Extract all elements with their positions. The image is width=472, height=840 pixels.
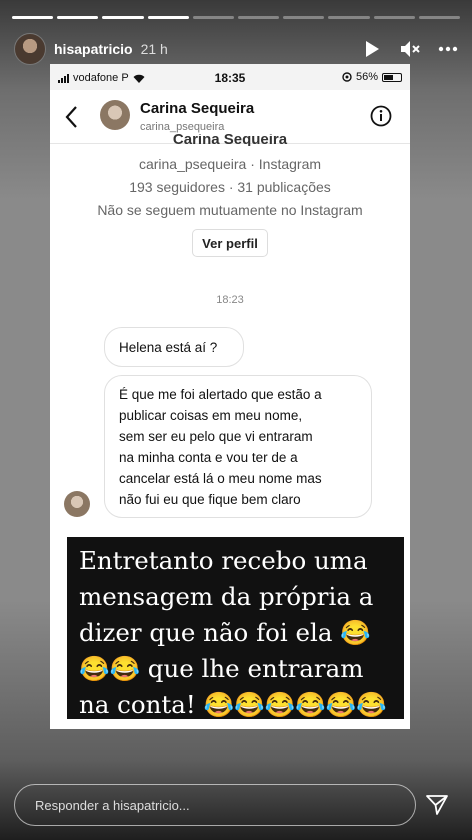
info-icon[interactable] [370,105,392,127]
story-header: hisapatricio 21 h [14,32,458,66]
view-profile-button[interactable]: Ver perfil [192,229,268,257]
profile-follow-line: Não se seguem mutuamente no Instagram [97,202,363,218]
story-progress [12,16,461,19]
message-timestamp: 18:23 [216,294,244,306]
battery-icon [382,72,402,82]
contact-handle: carina_psequeira [140,121,225,133]
story-time-ago: 21 h [140,41,168,57]
profile-handle-line: carina_psequeira · Instagram [138,156,322,172]
play-icon[interactable] [362,39,382,59]
profile-stats-line: 193 seguidores · 31 publicações [129,179,331,195]
story-username[interactable]: hisapatricio [54,41,133,57]
story-caption: Entretanto recebo uma mensagem da própri… [67,537,404,719]
contact-avatar[interactable] [100,100,130,130]
battery-percent: 56% [355,71,378,83]
caption-line: dizer que não foi ela 😂 [79,618,371,647]
avatar[interactable] [14,33,46,65]
reply-input[interactable]: Responder a hisapatricio... [14,784,416,826]
progress-segment [12,16,54,19]
phone-status-bar: vodafone P 18:35 56% [50,64,410,90]
caption-line: na conta! 😂😂😂😂😂😂 [79,690,387,719]
sender-avatar [64,491,90,517]
more-icon[interactable] [438,39,458,59]
caption-line: 😂😂 que lhe entraram [79,654,364,683]
mute-icon[interactable] [400,39,420,59]
progress-segment [328,16,370,19]
progress-segment [283,16,325,19]
progress-segment [192,16,235,19]
alarm-icon [342,72,352,82]
message-bubble[interactable]: É que me foi alertado que estão a public… [104,375,372,518]
profile-name: Carina Sequeira [172,134,288,146]
caption-line: Entretanto recebo uma [79,546,368,575]
progress-segment [418,16,461,19]
progress-segment [238,16,280,19]
message-bubble[interactable]: Helena está aí ? [104,327,244,367]
send-icon[interactable] [425,793,449,817]
progress-segment [102,16,144,19]
caption-line: mensagem da própria a [79,582,374,611]
progress-segment [373,16,415,19]
back-icon[interactable] [62,104,82,130]
contact-name[interactable]: Carina Sequeira [140,100,254,117]
progress-segment [147,16,189,19]
progress-segment [57,16,99,19]
